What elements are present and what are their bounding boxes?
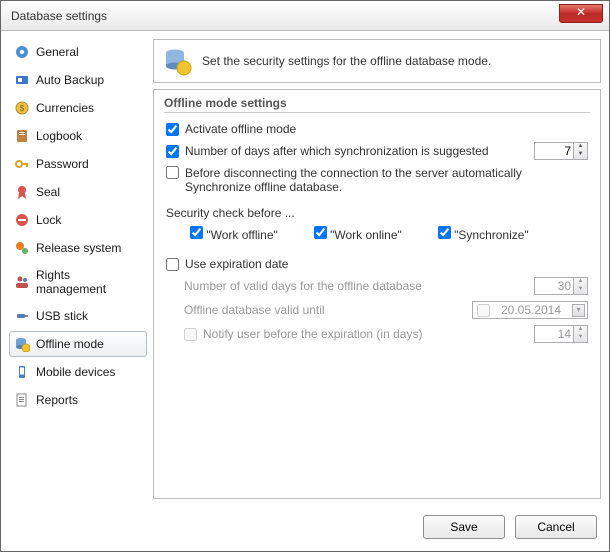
sidebar-item-label: Mobile devices: [36, 365, 115, 379]
sidebar-item-currencies[interactable]: $ Currencies: [9, 95, 147, 121]
sidebar-item-label: Lock: [36, 213, 61, 227]
notify-days-value: [534, 325, 574, 343]
valid-days-label: Number of valid days for the offline dat…: [184, 279, 422, 293]
sidebar-item-seal[interactable]: Seal: [9, 179, 147, 205]
main-pane: Set the security settings for the offlin…: [153, 39, 601, 499]
sidebar-item-rights-management[interactable]: Rights management: [9, 263, 147, 301]
before-disconnect-label: Before disconnecting the connection to t…: [185, 166, 522, 194]
report-icon: [14, 392, 30, 408]
security-work-online-input[interactable]: [314, 226, 327, 239]
security-synchronize-label: "Synchronize": [454, 228, 529, 242]
activate-offline-mode-checkbox[interactable]: Activate offline mode: [166, 122, 296, 136]
sidebar: General Auto Backup $ Currencies Logbook…: [9, 39, 147, 499]
before-disconnect-line2: Synchronize offline database.: [185, 180, 342, 194]
titlebar: Database settings ✕: [1, 1, 609, 31]
sidebar-item-label: Rights management: [36, 268, 140, 296]
group-heading: Offline mode settings: [164, 96, 590, 113]
sidebar-item-general[interactable]: General: [9, 39, 147, 65]
sidebar-item-auto-backup[interactable]: Auto Backup: [9, 67, 147, 93]
security-work-offline-label: "Work offline": [206, 228, 277, 242]
content-area: General Auto Backup $ Currencies Logbook…: [1, 31, 609, 507]
database-offline-icon: [14, 336, 30, 352]
security-check-heading: Security check before ...: [166, 206, 295, 220]
security-synchronize-checkbox[interactable]: "Synchronize": [438, 226, 529, 242]
ribbon-icon: [14, 184, 30, 200]
sidebar-item-label: Auto Backup: [36, 73, 104, 87]
key-icon: [14, 156, 30, 172]
currency-icon: $: [14, 100, 30, 116]
notify-label: Notify user before the expiration (in da…: [203, 327, 422, 341]
use-expiration-checkbox[interactable]: Use expiration date: [166, 257, 288, 271]
gear-icon: [14, 44, 30, 60]
usb-icon: [14, 308, 30, 324]
sync-days-checkbox[interactable]: Number of days after which synchronizati…: [166, 144, 489, 158]
sidebar-item-reports[interactable]: Reports: [9, 387, 147, 413]
sidebar-item-mobile-devices[interactable]: Mobile devices: [9, 359, 147, 385]
activate-offline-mode-label: Activate offline mode: [185, 122, 296, 136]
security-synchronize-input[interactable]: [438, 226, 451, 239]
users-icon: [14, 274, 30, 290]
sidebar-item-label: Currencies: [36, 101, 94, 115]
valid-days-spinner: ▲▼: [574, 277, 588, 295]
save-button[interactable]: Save: [423, 515, 505, 539]
valid-until-date-checkbox: [477, 304, 490, 317]
valid-until-datepicker: 20.05.2014 ▾: [472, 301, 588, 319]
sidebar-item-label: Reports: [36, 393, 78, 407]
use-expiration-input[interactable]: [166, 258, 179, 271]
sync-days-label: Number of days after which synchronizati…: [185, 144, 489, 158]
sidebar-item-label: Seal: [36, 185, 60, 199]
expiration-subblock: Number of valid days for the offline dat…: [164, 274, 590, 346]
mobile-icon: [14, 364, 30, 380]
security-work-offline-checkbox[interactable]: "Work offline": [190, 226, 278, 242]
sync-days-input[interactable]: [166, 145, 179, 158]
sidebar-item-password[interactable]: Password: [9, 151, 147, 177]
sidebar-item-offline-mode[interactable]: Offline mode: [9, 331, 147, 357]
sidebar-item-label: USB stick: [36, 309, 88, 323]
security-work-online-label: "Work online": [330, 228, 402, 242]
sidebar-item-logbook[interactable]: Logbook: [9, 123, 147, 149]
sidebar-item-label: Logbook: [36, 129, 82, 143]
footer: Save Cancel: [1, 507, 609, 551]
valid-until-date-text: 20.05.2014: [501, 303, 561, 317]
sidebar-item-label: Release system: [36, 241, 121, 255]
database-shield-icon: [162, 46, 192, 76]
sidebar-item-lock[interactable]: Lock: [9, 207, 147, 233]
valid-days-value: [534, 277, 574, 295]
before-disconnect-input[interactable]: [166, 166, 179, 179]
sidebar-item-label: General: [36, 45, 79, 59]
sidebar-item-label: Password: [36, 157, 89, 171]
sync-days-spinner[interactable]: ▲▼: [574, 142, 588, 160]
use-expiration-label: Use expiration date: [185, 257, 288, 271]
notify-input: [184, 328, 197, 341]
cancel-button[interactable]: Cancel: [515, 515, 597, 539]
banner-text: Set the security settings for the offlin…: [202, 54, 491, 68]
sidebar-item-usb-stick[interactable]: USB stick: [9, 303, 147, 329]
window-title: Database settings: [11, 9, 107, 23]
release-icon: [14, 240, 30, 256]
sync-days-value[interactable]: [534, 142, 574, 160]
sidebar-item-label: Offline mode: [36, 337, 104, 351]
notify-checkbox: Notify user before the expiration (in da…: [184, 327, 422, 341]
close-button[interactable]: ✕: [559, 4, 603, 23]
before-disconnect-line1: Before disconnecting the connection to t…: [185, 166, 522, 180]
backup-icon: [14, 72, 30, 88]
chevron-down-icon: ▾: [572, 304, 585, 317]
valid-until-label: Offline database valid until: [184, 303, 325, 317]
before-disconnect-checkbox[interactable]: Before disconnecting the connection to t…: [166, 166, 522, 194]
banner: Set the security settings for the offlin…: [153, 39, 601, 83]
notify-days-spinner: ▲▼: [574, 325, 588, 343]
sidebar-item-release-system[interactable]: Release system: [9, 235, 147, 261]
security-work-offline-input[interactable]: [190, 226, 203, 239]
activate-offline-mode-input[interactable]: [166, 123, 179, 136]
security-work-online-checkbox[interactable]: "Work online": [314, 226, 402, 242]
prohibit-icon: [14, 212, 30, 228]
book-icon: [14, 128, 30, 144]
offline-mode-settings-group: Offline mode settings Activate offline m…: [153, 89, 601, 499]
svg-text:$: $: [20, 104, 25, 113]
